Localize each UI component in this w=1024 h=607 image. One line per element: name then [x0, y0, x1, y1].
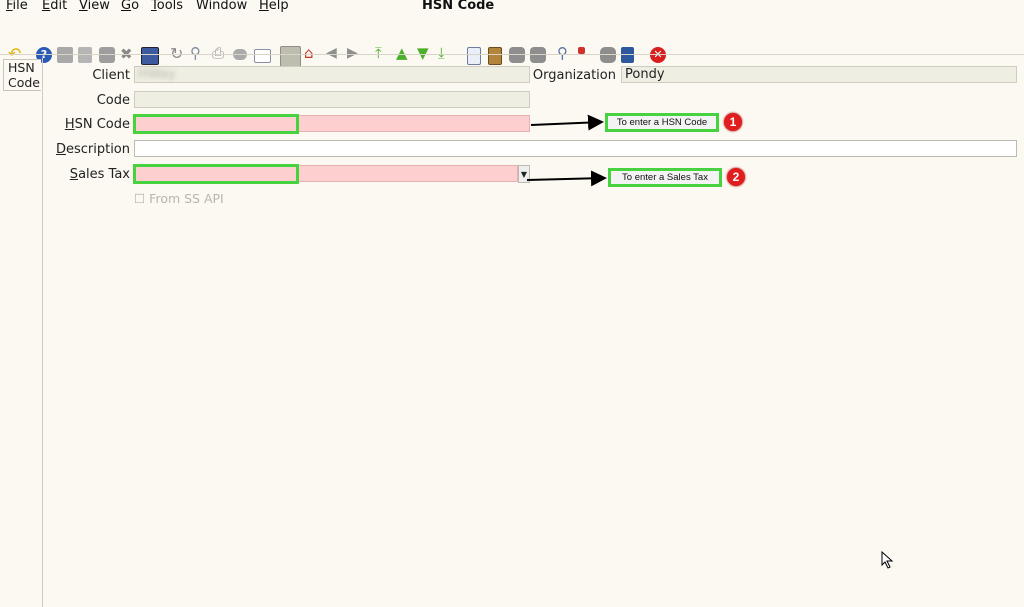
annotation-note-2: To enter a Sales Tax	[608, 168, 722, 187]
annotation-badge-2: 2	[727, 168, 745, 186]
annotation-badge-1: 1	[724, 113, 742, 131]
annotation-note-1: To enter a HSN Code	[605, 113, 719, 132]
mouse-cursor-icon	[881, 551, 894, 569]
arrow-2	[526, 170, 607, 187]
annotation-arrows	[526, 114, 607, 187]
arrow-1	[530, 114, 604, 131]
